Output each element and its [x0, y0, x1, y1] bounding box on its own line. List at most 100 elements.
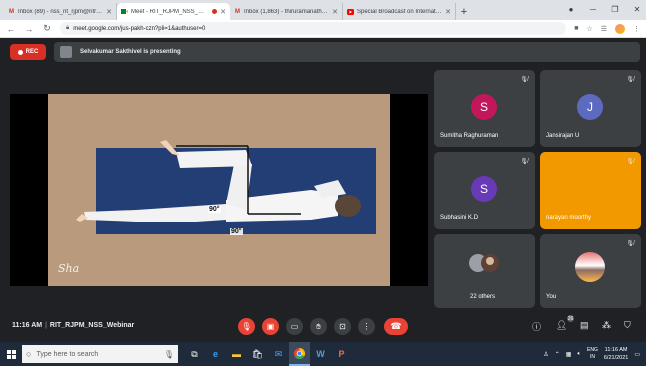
mic-off-icon: 🎙︎̸: [520, 159, 528, 165]
close-icon[interactable]: ✕: [220, 8, 226, 16]
participant-name: Subhasini K.D: [440, 215, 479, 221]
presentation-stage: 90° 90° Sha: [10, 94, 428, 286]
chevron-up-icon[interactable]: ⌃: [555, 351, 560, 358]
maximize-icon[interactable]: ❐: [604, 2, 626, 16]
camera-toggle-button[interactable]: ▣: [262, 318, 279, 335]
presenter-thumbnail: [60, 46, 72, 58]
new-tab-button[interactable]: +: [456, 3, 472, 20]
participant-tile[interactable]: 🎙︎̸ narayan moorthy: [540, 152, 641, 229]
meeting-info: 11:16 AM | RIT_RJPM_NSS_Webinar: [12, 322, 135, 329]
participant-count-badge: 26: [566, 314, 575, 323]
chat-icon[interactable]: ▤: [580, 320, 589, 331]
network-icon[interactable]: ▦: [566, 351, 572, 358]
mic-off-icon: 🎙︎̸: [626, 241, 634, 247]
recording-badge[interactable]: REC: [10, 44, 46, 60]
present-button[interactable]: ⊡: [334, 318, 351, 335]
participant-tile[interactable]: 🎙︎̸ S Subhasini K.D: [434, 152, 535, 229]
browser-tabstrip: M Inbox (89) - nss_rit_rjpm@ritrjpm... ✕…: [0, 0, 646, 20]
leave-call-button[interactable]: ☎︎: [384, 318, 408, 335]
taskbar-search-input[interactable]: ○ Type here to search 🎙︎: [22, 345, 178, 363]
meeting-details-icon[interactable]: ⓘ: [532, 320, 541, 333]
gmail-icon: M: [9, 8, 14, 15]
bookmark-star-icon[interactable]: ☆: [586, 25, 592, 33]
search-icon: ○: [26, 349, 32, 359]
phone-hangup-icon: ☎︎: [390, 321, 402, 331]
meeting-time: 11:16 AM: [12, 322, 43, 329]
record-dot-icon: [17, 49, 23, 55]
volume-icon[interactable]: 🔈︎: [577, 351, 581, 358]
raise-hand-button[interactable]: ✋︎: [310, 318, 327, 335]
camera-permission-icon[interactable]: ■: [574, 25, 578, 32]
back-icon[interactable]: ←: [6, 24, 16, 34]
screen: M Inbox (89) - nss_rit_rjpm@ritrjpm... ✕…: [0, 0, 646, 366]
mic-off-icon: 🎙︎̸: [520, 77, 528, 83]
presentation-video: 90° 90° Sha: [48, 94, 390, 286]
more-vert-icon: ⋮: [362, 322, 371, 331]
notifications-icon[interactable]: ▭: [634, 351, 640, 358]
profile-avatar-icon[interactable]: [615, 23, 625, 34]
participant-name: narayan moorthy: [546, 215, 592, 221]
profile-dot-icon[interactable]: ●: [560, 2, 582, 16]
participant-tile[interactable]: 🎙︎̸ J Jansirajan U: [540, 70, 641, 147]
task-view-icon[interactable]: ⧉: [184, 342, 205, 366]
windows-logo-icon: [6, 349, 16, 359]
presenting-banner: Selvakumar Sakthivel is presenting: [54, 42, 640, 62]
close-icon[interactable]: ✕: [106, 8, 112, 16]
participant-avatar: S: [471, 176, 497, 202]
gmail-icon: M: [235, 8, 240, 15]
more-options-button[interactable]: ⋮: [358, 318, 375, 335]
reload-icon[interactable]: ↻: [42, 23, 52, 34]
self-tile[interactable]: 🎙︎̸ You: [540, 234, 641, 308]
taskbar-clock[interactable]: 11:16 AM 6/21/2021: [604, 346, 628, 362]
url-input[interactable]: 🔒︎ meet.google.com/jus-pakh-czn?pli=1&au…: [60, 22, 567, 35]
meeting-name: RIT_RJPM_NSS_Webinar: [49, 322, 135, 329]
menu-kebab-icon[interactable]: ⋮: [633, 25, 640, 33]
people-tray-icon[interactable]: ♙: [543, 351, 548, 358]
mail-icon[interactable]: ✉︎: [268, 342, 289, 366]
microphone-icon[interactable]: 🎙︎: [164, 350, 174, 359]
chrome-icon[interactable]: [289, 342, 310, 366]
mic-off-icon: 🎙︎̸: [626, 159, 634, 165]
host-controls-icon[interactable]: ⛉: [624, 320, 631, 331]
captions-icon: ▭: [290, 322, 299, 331]
others-tile[interactable]: 22 others: [434, 234, 535, 308]
edge-icon[interactable]: e: [205, 342, 226, 366]
tab-gmail-inbox-2[interactable]: M Inbox (1,863) - thiruramanathan... ✕: [230, 3, 343, 20]
lock-icon: 🔒︎: [66, 25, 70, 31]
reading-list-icon[interactable]: ☰: [601, 25, 607, 33]
participant-tile[interactable]: 🎙︎̸ S Sumitha Raghuraman: [434, 70, 535, 147]
word-icon[interactable]: W: [310, 342, 331, 366]
address-bar: ← → ↻ 🔒︎ meet.google.com/jus-pakh-czn?pl…: [0, 20, 646, 38]
store-icon[interactable]: 🛍︎: [247, 342, 268, 366]
powerpoint-icon[interactable]: P: [331, 342, 352, 366]
self-avatar: [575, 252, 605, 282]
angle-label-lower: 90°: [230, 228, 243, 235]
meet-control-bar: 11:16 AM | RIT_RJPM_NSS_Webinar 🎙︎ ▣ ▭ ✋︎ …: [0, 310, 646, 342]
minimize-icon[interactable]: ─: [582, 2, 604, 16]
tab-gmail-inbox[interactable]: M Inbox (89) - nss_rit_rjpm@ritrjpm... ✕: [4, 3, 117, 20]
person-figure: [76, 140, 361, 222]
hand-icon: ✋︎: [316, 321, 321, 331]
people-icon[interactable]: 👤︎: [556, 320, 567, 331]
tab-youtube[interactable]: Special Broadcast on Internatio... ✕: [343, 3, 456, 20]
participant-name: Jansirajan U: [546, 133, 580, 139]
close-icon[interactable]: ✕: [445, 8, 451, 16]
participant-avatar: S: [471, 94, 497, 120]
window-controls: ● ─ ❐ ✕: [560, 2, 646, 16]
captions-button[interactable]: ▭: [286, 318, 303, 335]
activities-icon[interactable]: ⁂: [602, 320, 611, 331]
close-icon[interactable]: ✕: [332, 8, 338, 16]
recording-dot-icon: [212, 9, 218, 14]
windows-start-button[interactable]: [0, 342, 22, 366]
meet-window: REC Selvakumar Sakthivel is presenting 9…: [0, 38, 646, 342]
file-explorer-icon[interactable]: ▬: [226, 342, 247, 366]
language-indicator[interactable]: ENG IN: [587, 347, 598, 361]
forward-icon[interactable]: →: [24, 24, 34, 34]
mic-toggle-button[interactable]: 🎙︎: [238, 318, 255, 335]
close-window-icon[interactable]: ✕: [626, 2, 646, 16]
camera-off-icon: ▣: [266, 322, 275, 331]
tab-meet[interactable]: Meet - RIT_RJPM_NSS_Web... ✕: [117, 3, 230, 20]
system-tray: ♙ ⌃ ▦ 🔈︎ ENG IN 11:16 AM 6/21/2021 ▭: [543, 342, 640, 366]
others-count-label: 22 others: [470, 294, 496, 300]
video-watermark: Sha: [58, 262, 80, 275]
